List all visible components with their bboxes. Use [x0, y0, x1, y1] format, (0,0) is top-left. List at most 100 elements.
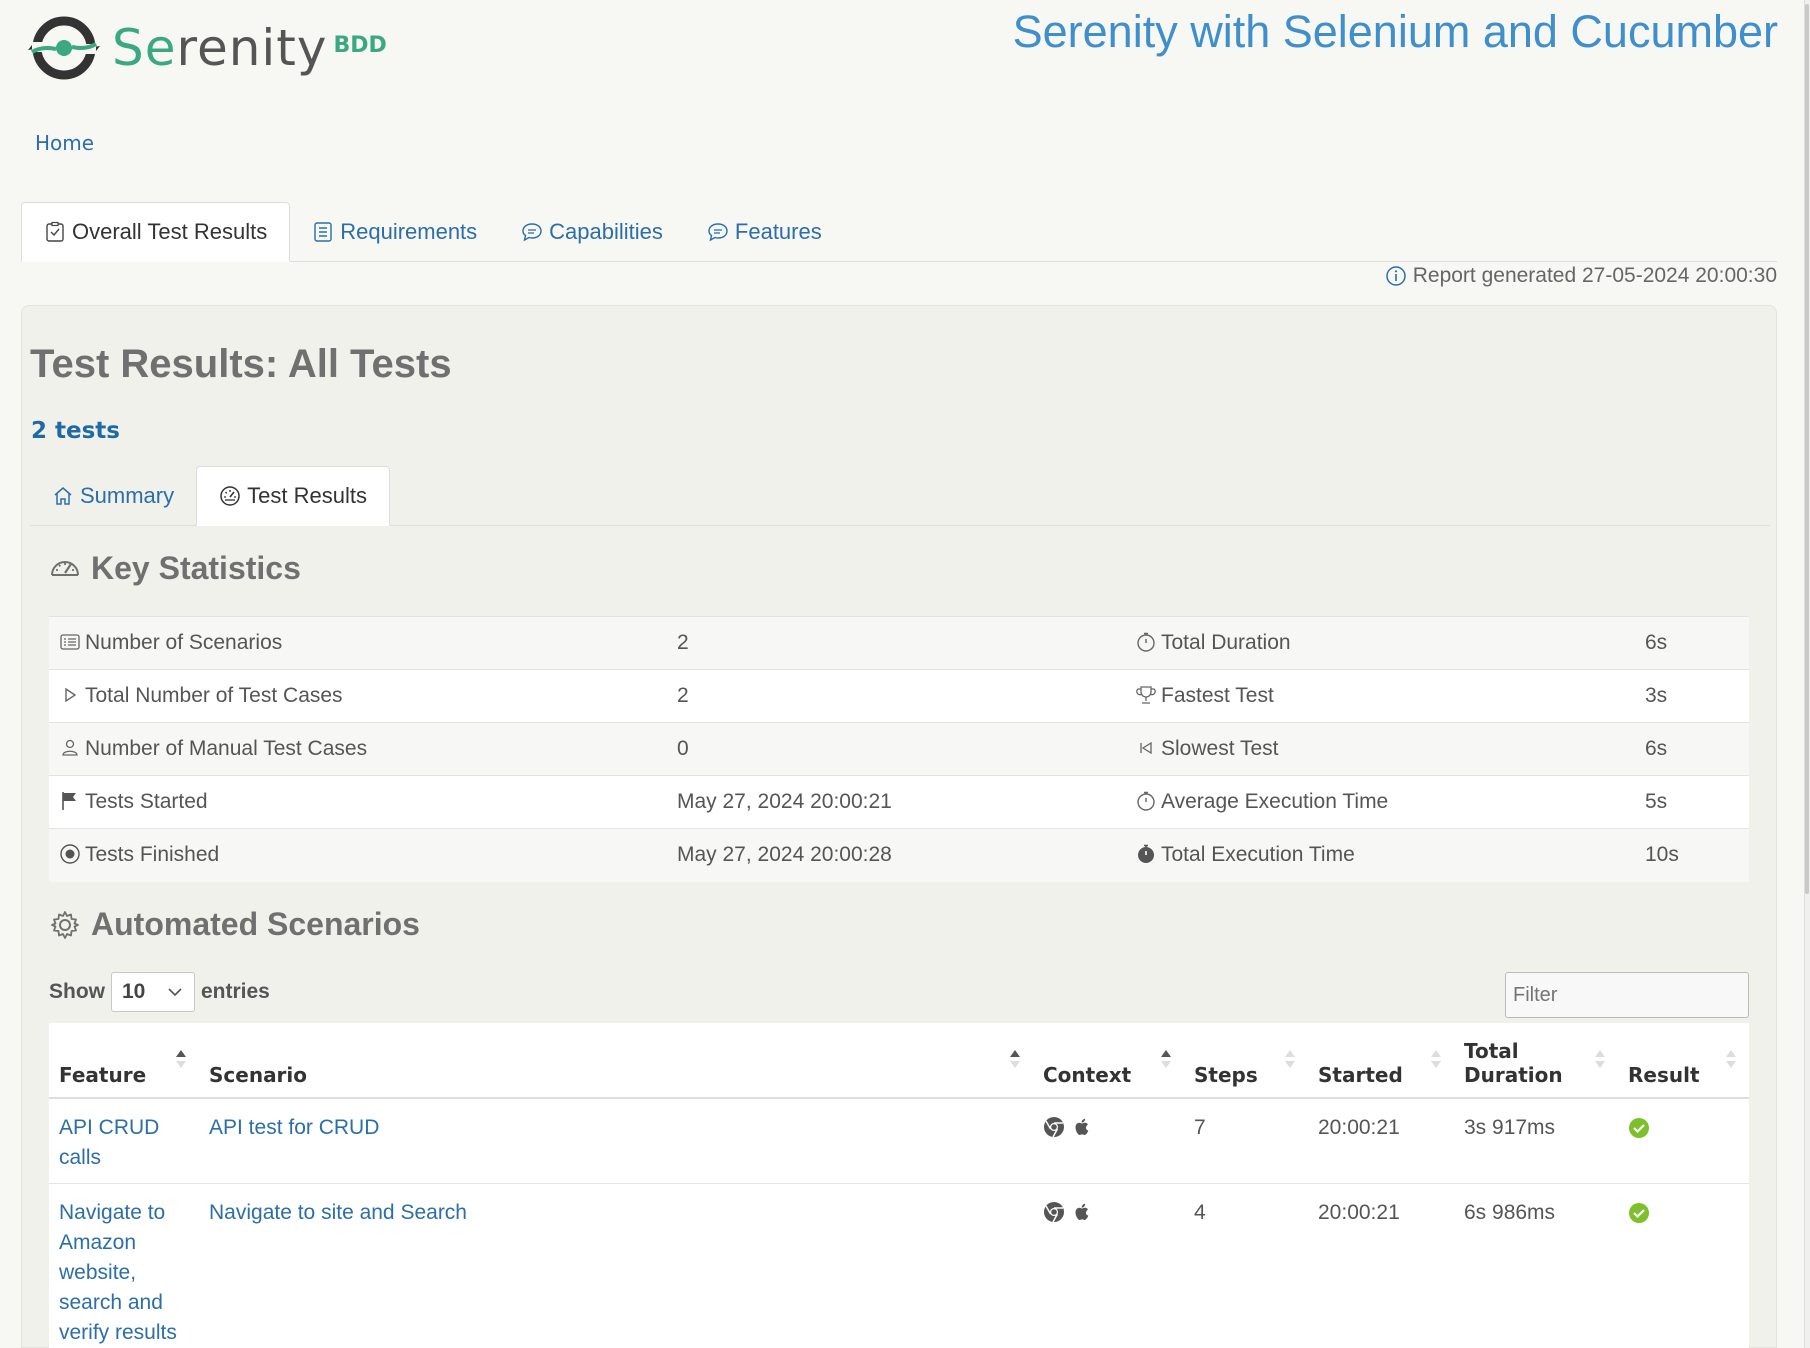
tab-label: Test Results — [247, 483, 367, 508]
stat-label: Number of Manual Test Cases — [85, 737, 368, 760]
stat-label: Average Execution Time — [1161, 790, 1389, 813]
column-context[interactable]: Context — [1033, 1023, 1184, 1099]
tab-label: Requirements — [340, 219, 478, 244]
steps-cell: 7 — [1184, 1098, 1308, 1184]
tab-label: Features — [734, 219, 822, 244]
feature-link[interactable]: Navigate to Amazon website, search and v… — [59, 1201, 177, 1344]
duration-cell: 6s 986ms — [1454, 1183, 1618, 1348]
column-result[interactable]: Result — [1618, 1023, 1749, 1099]
stat-value: May 27, 2024 20:00:21 — [677, 775, 1125, 829]
sort-icon — [1431, 1050, 1441, 1068]
stopwatch-icon — [1137, 632, 1155, 652]
success-icon — [1629, 1118, 1649, 1138]
trophy-icon — [1136, 686, 1156, 704]
serenity-logo[interactable]: Serenity BDD — [28, 8, 387, 88]
sort-icon — [1010, 1050, 1020, 1068]
scenario-link[interactable]: Navigate to site and Search — [209, 1201, 467, 1224]
entries-label: entries — [201, 980, 270, 1003]
tests-count: 2 tests — [31, 418, 120, 444]
filter-input[interactable] — [1505, 972, 1749, 1018]
apple-icon — [1075, 1203, 1089, 1220]
stats-row: Tests Started May 27, 2024 20:00:21 Aver… — [49, 775, 1749, 829]
tab-capabilities[interactable]: Capabilities — [499, 202, 685, 262]
person-icon — [62, 739, 78, 756]
column-steps[interactable]: Steps — [1184, 1023, 1308, 1099]
sort-asc-icon — [176, 1050, 186, 1068]
stat-value: 2 — [677, 669, 1125, 723]
stopwatch-icon — [1137, 791, 1155, 811]
entries-control: Show 10 entries — [49, 972, 270, 1012]
stat-label: Number of Scenarios — [85, 631, 283, 654]
stat-value: 6s — [1645, 722, 1749, 776]
entries-value: 10 — [122, 980, 146, 1003]
started-cell: 20:00:21 — [1308, 1098, 1454, 1184]
document-icon — [314, 222, 332, 242]
breadcrumb-home[interactable]: Home — [35, 131, 94, 155]
column-total-duration[interactable]: Total Duration — [1454, 1023, 1618, 1099]
column-started[interactable]: Started — [1308, 1023, 1454, 1099]
tab-requirements[interactable]: Requirements — [290, 202, 499, 262]
sort-icon — [1726, 1050, 1736, 1068]
sort-icon — [1161, 1050, 1171, 1068]
gauge-icon — [51, 560, 79, 576]
results-tabs: Summary Test Results — [30, 466, 1770, 526]
logo-wordmark: Serenity — [112, 19, 328, 77]
page-title: Test Results: All Tests — [30, 342, 452, 386]
context-icons — [1043, 1198, 1174, 1223]
scrollbar-track[interactable] — [1804, 0, 1810, 1348]
success-icon — [1629, 1203, 1649, 1223]
tab-test-results[interactable]: Test Results — [196, 466, 390, 526]
scenario-link[interactable]: API test for CRUD — [209, 1116, 379, 1139]
column-feature[interactable]: Feature — [49, 1023, 199, 1099]
duration-cell: 3s 917ms — [1454, 1098, 1618, 1184]
stats-row: Tests Finished May 27, 2024 20:00:28 Tot… — [49, 828, 1749, 882]
key-statistics-heading: Key Statistics — [49, 550, 301, 587]
stat-value: 2 — [677, 616, 1125, 670]
context-icons — [1043, 1113, 1174, 1138]
chat-icon — [522, 223, 542, 242]
record-icon — [60, 844, 80, 864]
stat-label: Total Number of Test Cases — [85, 684, 343, 707]
table-header-row: Feature Scenario Context Steps Started T… — [49, 1023, 1749, 1099]
section-title: Key Statistics — [91, 550, 301, 586]
stat-value: 3s — [1645, 669, 1749, 723]
tab-label: Summary — [80, 483, 175, 508]
chat-icon — [708, 223, 728, 242]
tab-features[interactable]: Features — [685, 202, 844, 262]
steps-cell: 4 — [1184, 1183, 1308, 1348]
list-icon — [60, 634, 80, 650]
checklist-icon — [46, 221, 64, 242]
apple-icon — [1075, 1118, 1089, 1135]
stats-row: Number of Scenarios 2 Total Duration 6s — [49, 616, 1749, 670]
flag-icon — [62, 792, 76, 810]
tab-overall-test-results[interactable]: Overall Test Results — [21, 202, 291, 262]
stat-value: May 27, 2024 20:00:28 — [677, 828, 1125, 882]
gear-icon — [51, 910, 79, 939]
show-label: Show — [49, 980, 105, 1003]
stopwatch-filled-icon — [1138, 844, 1154, 864]
scrollbar-thumb[interactable] — [1805, 4, 1809, 894]
stat-label: Total Execution Time — [1161, 843, 1355, 867]
play-icon — [65, 687, 77, 703]
table-row: Navigate to Amazon website, search and v… — [49, 1183, 1749, 1348]
main-panel: Test Results: All Tests 2 tests Summary … — [21, 305, 1777, 1348]
stats-row: Number of Manual Test Cases 0 Slowest Te… — [49, 722, 1749, 776]
stat-label: Tests Finished — [85, 843, 220, 867]
feature-link[interactable]: API CRUD calls — [59, 1116, 159, 1169]
page: Serenity BDD Serenity with Selenium and … — [0, 0, 1810, 1348]
tab-summary[interactable]: Summary — [30, 466, 196, 526]
started-cell: 20:00:21 — [1308, 1183, 1454, 1348]
column-scenario[interactable]: Scenario — [199, 1023, 1033, 1099]
gauge-icon — [220, 486, 240, 506]
entries-select[interactable]: 10 — [111, 972, 195, 1012]
project-title: Serenity with Selenium and Cucumber — [1012, 6, 1778, 57]
key-statistics-table: Number of Scenarios 2 Total Duration 6s … — [49, 616, 1749, 882]
section-title: Automated Scenarios — [91, 906, 420, 942]
tab-label: Capabilities — [549, 219, 663, 244]
scenarios-table: Feature Scenario Context Steps Started T… — [49, 1023, 1749, 1348]
stat-value: 5s — [1645, 775, 1749, 829]
table-row: API CRUD calls API test for CRUD 7 20:00… — [49, 1098, 1749, 1184]
report-generated: Report generated 27-05-2024 20:00:30 — [1385, 264, 1777, 288]
stat-value: 10s — [1645, 828, 1749, 882]
serenity-logo-icon — [28, 16, 100, 80]
